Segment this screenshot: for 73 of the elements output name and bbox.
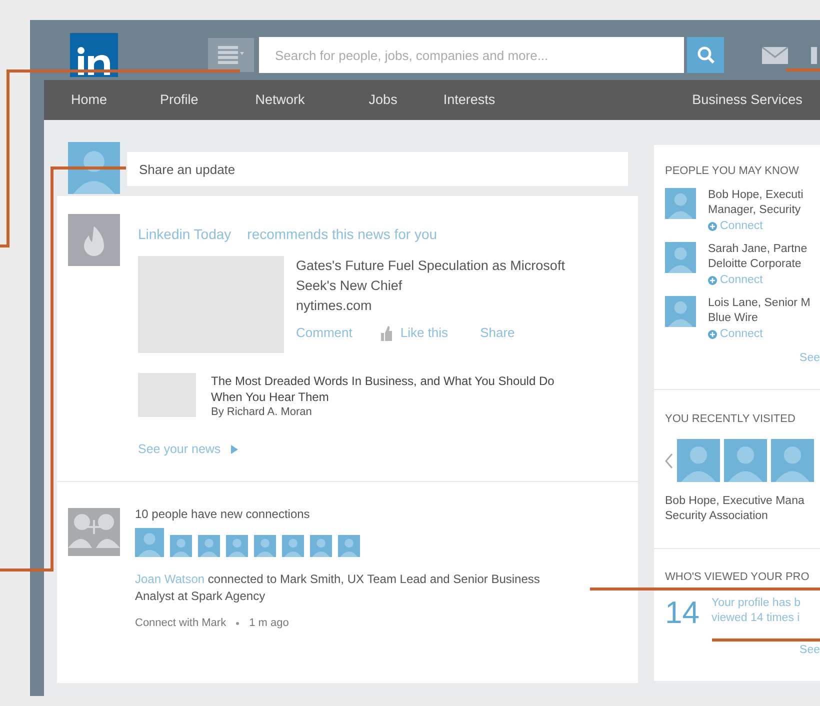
article-byline: By Richard A. Moran (211, 405, 313, 420)
avatar-icon (226, 534, 248, 557)
plus-icon (708, 330, 717, 338)
avatar-icon (254, 534, 276, 557)
person-info: Security Association (665, 509, 769, 524)
search-field[interactable]: Search for people, jobs, companies and more... (259, 37, 684, 73)
section-title: WHO'S VIEWED YOUR PRO (665, 570, 810, 586)
person-info: Bob Hope, Executive Mana (665, 494, 806, 510)
flag-icon[interactable] (811, 46, 817, 64)
news-site: nytimes.com (296, 297, 373, 315)
avatar-icon (198, 534, 220, 557)
nav-link[interactable]: Jobs (368, 90, 398, 110)
mail-icon[interactable] (762, 46, 788, 64)
leader-line (786, 68, 820, 72)
nav-link[interactable]: Interests (443, 90, 496, 110)
search-button[interactable] (687, 37, 724, 73)
connections-icon (68, 508, 120, 556)
person-info: Sarah Jane, Partne (708, 242, 808, 256)
person-info: Bob Hope, Executi (708, 188, 804, 202)
chevron-left-icon[interactable] (665, 452, 673, 469)
share-update-field[interactable]: Share an update (127, 152, 628, 186)
source-link[interactable]: Linkedin Today (138, 224, 232, 245)
section-title: YOU RECENTLY VISITED (665, 412, 796, 427)
article-title[interactable]: The Most Dreaded Words In Business, and What You Should Do When You Hear Them (211, 373, 581, 405)
plus-icon (708, 276, 717, 284)
avatar-icon (68, 142, 120, 194)
flame-icon (68, 214, 120, 266)
nav-link[interactable]: Business Services (692, 90, 802, 110)
plus-icon (708, 222, 717, 230)
connect-link[interactable]: Connect (708, 326, 810, 342)
avatar-icon (665, 188, 696, 218)
avatar-icon (170, 534, 192, 557)
connect-link[interactable]: Connect with Mark (135, 614, 226, 632)
play-icon (230, 444, 238, 454)
share-link[interactable]: Share (480, 323, 515, 343)
avatar-icon (677, 439, 720, 482)
person-info: Lois Lane, Senior M (708, 296, 810, 310)
avatar-icon (771, 439, 814, 482)
time-label: 1 m ago (249, 616, 289, 631)
avatar-icon (665, 242, 696, 272)
thumbs-up-icon (380, 326, 392, 340)
search-icon (696, 46, 714, 64)
see-news-link[interactable]: See your news (138, 440, 221, 459)
connect-link[interactable]: Connect (708, 218, 804, 234)
comment-link[interactable]: Comment (296, 323, 352, 343)
avatar-icon (338, 534, 360, 557)
avatar-icon (135, 528, 164, 557)
see-more-link[interactable]: See (800, 350, 820, 367)
news-tagline: recommends this news for you (247, 225, 438, 244)
avatar-icon (282, 534, 304, 557)
see-more-link[interactable]: See (800, 642, 820, 659)
logo[interactable] (70, 33, 118, 77)
avatar-icon (665, 296, 696, 326)
person-info: Deloitte Corporate (708, 256, 802, 272)
nav-link[interactable]: Network (255, 90, 305, 110)
menu-button[interactable] (208, 38, 254, 72)
member-name-link[interactable]: Joan Watson (135, 572, 205, 586)
menu-icon (218, 46, 244, 64)
section-title: PEOPLE YOU MAY KNOW (665, 164, 800, 179)
view-count: 14 (665, 596, 700, 630)
nav-link[interactable]: Home (71, 90, 108, 110)
avatar-icon (724, 439, 767, 482)
person-info: Manager, Security (708, 202, 802, 218)
like-link[interactable]: Like this (400, 323, 448, 343)
profile-views-text: viewed 14 times i (711, 610, 801, 626)
connections-title: 10 people have new connections (135, 506, 311, 523)
person-info: Blue Wire (708, 310, 759, 326)
nav-link[interactable]: Profile (160, 90, 198, 110)
avatar-icon (310, 534, 332, 557)
connect-link[interactable]: Connect (708, 272, 808, 288)
connection-text: Joan Watson connected to Mark Smith, UX Team Lead and Senior Business Analyst at Spark Agency (135, 570, 541, 605)
profile-views-text: Your profile has b (711, 596, 801, 611)
logo-mark-icon (76, 47, 112, 75)
